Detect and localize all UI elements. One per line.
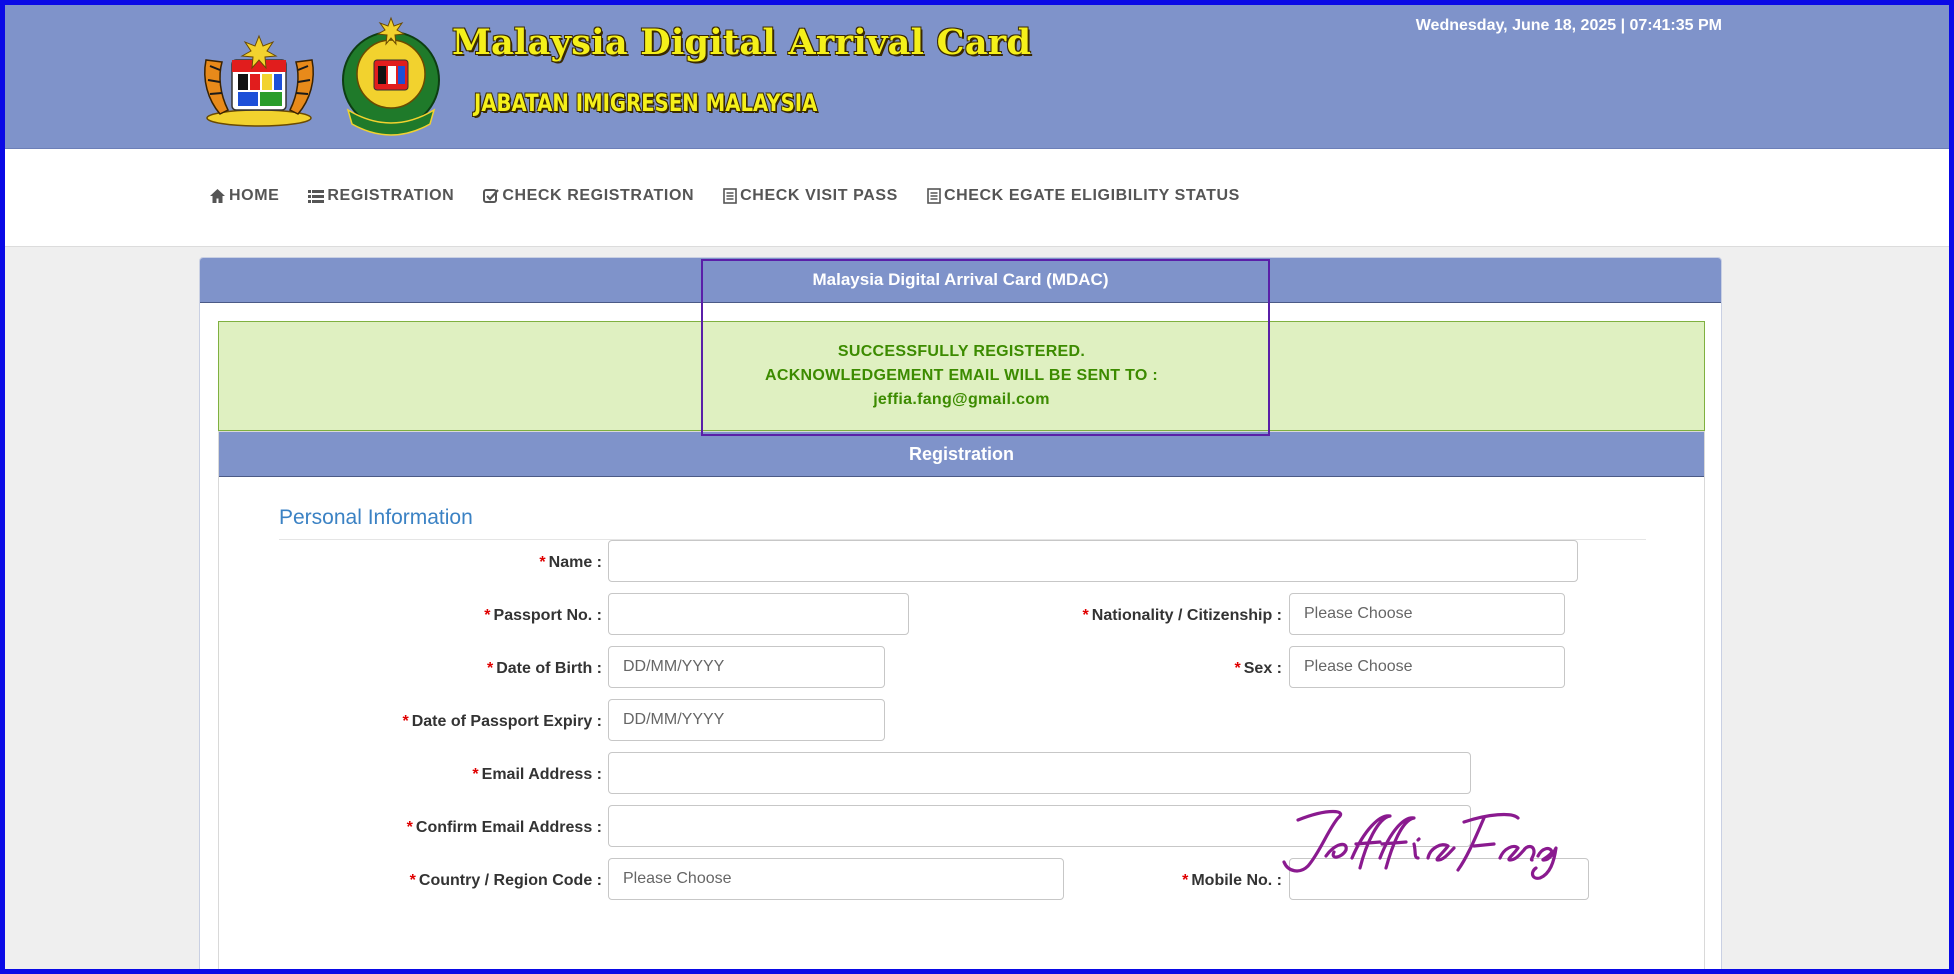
email-label: * Email Address :	[472, 766, 602, 784]
name-label: * Name :	[539, 554, 602, 572]
passport-label-text: Passport No. :	[493, 607, 602, 624]
required-mark: *	[1082, 607, 1089, 624]
passport-input[interactable]	[608, 593, 909, 635]
main-navigation: HOME REGISTRATION CHECK REGISTRATION CHE…	[0, 149, 1954, 247]
passport-expiry-input[interactable]: DD/MM/YYYY	[608, 699, 885, 741]
country-code-label-text: Country / Region Code :	[418, 872, 602, 889]
malaysia-coat-of-arms-icon	[204, 34, 314, 127]
required-mark: *	[486, 660, 494, 677]
site-title: Malaysia Digital Arrival Card	[452, 22, 1032, 63]
confirm-email-label: * Confirm Email Address :	[407, 819, 602, 837]
sex-label: * Sex :	[1235, 660, 1282, 678]
passport-expiry-label-text: Date of Passport Expiry :	[411, 713, 602, 730]
dob-input[interactable]: DD/MM/YYYY	[608, 646, 885, 688]
registration-panel: Registration Personal Information * Name …	[218, 431, 1705, 974]
required-mark: *	[409, 872, 416, 889]
required-mark: *	[1234, 660, 1241, 677]
check-square-icon	[483, 189, 500, 203]
nav-registration-label: REGISTRATION	[327, 187, 455, 204]
dob-label: * Date of Birth :	[487, 660, 602, 678]
handwritten-signature	[1282, 809, 1558, 880]
country-code-label: * Country / Region Code :	[410, 872, 602, 890]
sex-label-text: Sex :	[1243, 660, 1282, 677]
email-input[interactable]	[608, 752, 1471, 794]
nav-check-visit-pass[interactable]: CHECK VISIT PASS	[723, 187, 898, 205]
nav-check-visit-pass-label: CHECK VISIT PASS	[740, 187, 898, 204]
nav-check-registration-label: CHECK REGISTRATION	[502, 187, 695, 204]
country-code-select[interactable]: Please Choose	[608, 858, 1064, 900]
registration-title: Registration	[219, 432, 1704, 477]
nav-registration[interactable]: REGISTRATION	[308, 187, 454, 205]
passport-expiry-label: * Date of Passport Expiry :	[402, 713, 602, 731]
nav-home-label: HOME	[229, 187, 280, 204]
highlight-box	[701, 259, 1270, 436]
email-label-text: Email Address :	[481, 766, 602, 783]
confirm-email-label-text: Confirm Email Address :	[415, 819, 602, 836]
passport-label: * Passport No. :	[484, 607, 602, 625]
required-mark: *	[539, 554, 546, 571]
document-icon	[723, 188, 737, 204]
document-icon	[927, 188, 941, 204]
nav-check-registration[interactable]: CHECK REGISTRATION	[483, 187, 694, 205]
nationality-select[interactable]: Please Choose	[1289, 593, 1565, 635]
nav-check-egate-label: CHECK EGATE ELIGIBILITY STATUS	[943, 187, 1240, 204]
site-subtitle: JABATAN IMIGRESEN MALAYSIA	[474, 89, 818, 117]
sex-select[interactable]: Please Choose	[1289, 646, 1565, 688]
list-icon	[308, 189, 325, 203]
nav-check-egate[interactable]: CHECK EGATE ELIGIBILITY STATUS	[927, 187, 1240, 205]
current-datetime: Wednesday, June 18, 2025 | 07:41:35 PM	[1415, 17, 1722, 34]
name-label-text: Name :	[548, 554, 602, 571]
header-bar: Malaysia Digital Arrival Card JABATAN IM…	[0, 0, 1954, 149]
nationality-label: * Nationality / Citizenship :	[1083, 607, 1282, 625]
required-mark: *	[484, 607, 491, 624]
nav-home[interactable]: HOME	[209, 187, 279, 205]
required-mark: *	[472, 766, 479, 783]
required-mark: *	[406, 819, 413, 836]
required-mark: *	[402, 713, 409, 730]
dob-label-text: Date of Birth :	[496, 660, 602, 677]
name-input[interactable]	[608, 540, 1578, 582]
nationality-label-text: Nationality / Citizenship :	[1091, 607, 1282, 624]
immigration-emblem-icon	[342, 16, 440, 136]
section-title-personal: Personal Information	[279, 506, 473, 529]
home-icon	[210, 189, 225, 203]
required-mark: *	[1182, 872, 1189, 889]
